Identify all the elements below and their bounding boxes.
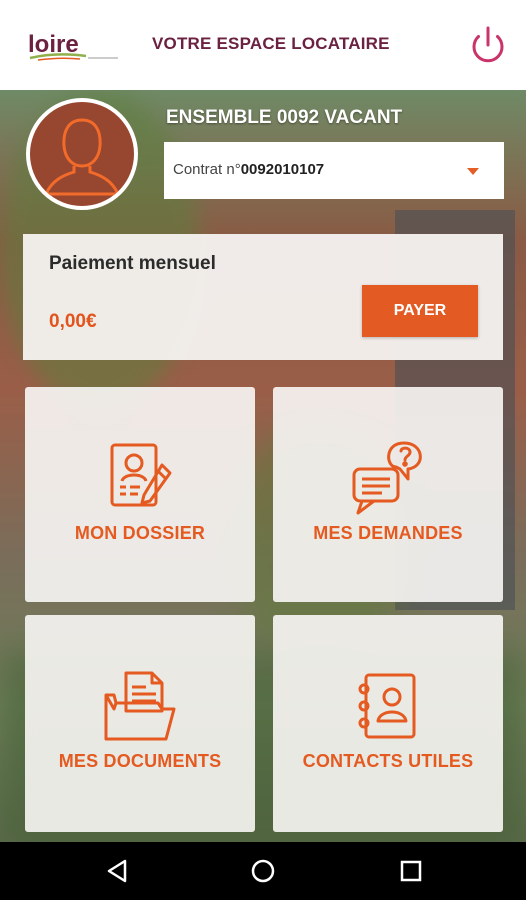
back-icon[interactable] [103,857,131,885]
contract-prefix: Contrat n° [173,161,241,178]
tile-contacts-utiles[interactable]: CONTACTS UTILES [273,615,503,832]
tile-mes-documents[interactable]: MES DOCUMENTS [25,615,255,832]
dropdown-arrow-icon[interactable] [467,168,479,175]
payment-card: Paiement mensuel 0,00€ PAYER [23,234,503,360]
contacts-icon [348,667,428,747]
system-nav-bar [0,842,526,900]
app-header: loire VOTRE ESPACE LOCATAIRE [0,0,526,90]
contract-number: 0092010107 [240,161,325,178]
recents-icon[interactable] [397,857,425,885]
home-icon[interactable] [249,857,277,885]
tile-mon-dossier[interactable]: MON DOSSIER [25,387,255,602]
user-silhouette-icon [43,118,121,196]
payment-title: Paiement mensuel [49,253,216,274]
tile-label: CONTACTS UTILES [302,751,474,771]
documents-icon [100,667,180,747]
contract-selector[interactable]: Contrat n°0092010107 [164,142,504,199]
avatar[interactable] [26,98,138,210]
demandes-icon [348,439,428,519]
tile-label: MES DOCUMENTS [58,751,222,771]
header-title: VOTRE ESPACE LOCATAIRE [152,34,390,53]
contract-label: Contrat n°0092010107 [173,161,324,178]
loire-logo: loire [28,28,128,68]
dossier-icon [100,439,180,519]
pay-button[interactable]: PAYER [362,285,478,337]
payment-amount: 0,00€ [49,311,97,332]
tile-label: MON DOSSIER [74,523,206,543]
power-icon[interactable] [468,24,508,66]
tile-mes-demandes[interactable]: MES DEMANDES [273,387,503,602]
tile-label: MES DEMANDES [313,523,463,543]
ensemble-name: ENSEMBLE 0092 VACANT [166,107,403,128]
